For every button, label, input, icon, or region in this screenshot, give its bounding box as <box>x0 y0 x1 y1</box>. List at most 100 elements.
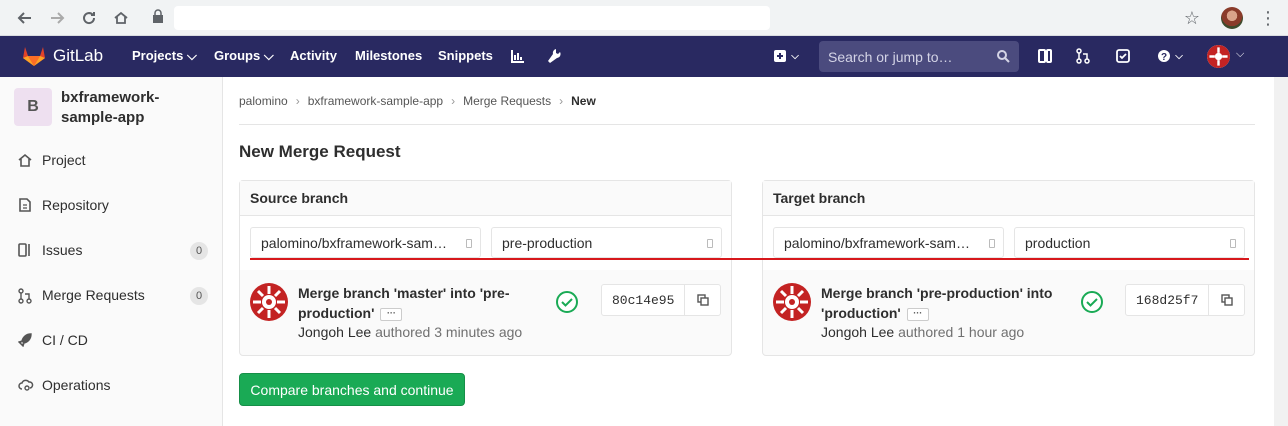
dropdown-value: palomino/bxframework-sam… <box>784 235 970 251</box>
branch-selectors: palomino/bxframework-sam… production <box>763 216 1254 270</box>
dropdown-caret-icon <box>989 239 995 248</box>
rocket-icon <box>17 333 34 349</box>
dropdown-value: production <box>1025 235 1091 251</box>
merge-request-icon[interactable] <box>1074 47 1092 65</box>
gitlab-navbar: GitLab Projects ⌵ Groups ⌵ Activity Mile… <box>0 36 1288 77</box>
chevron-down-icon: ⌵ <box>1236 48 1245 60</box>
author-avatar[interactable] <box>250 283 288 321</box>
profile-avatar[interactable] <box>1221 7 1243 29</box>
chevron-down-icon: ⌵ <box>263 48 274 63</box>
sidebar-item-label: Merge Requests <box>42 287 145 303</box>
commit-sha: 168d25f7 <box>1125 284 1245 316</box>
address-bar[interactable] <box>174 6 770 30</box>
nav-activity[interactable]: Activity <box>290 48 337 63</box>
search-placeholder: Search or jump to… <box>828 49 953 65</box>
lock-icon <box>152 8 168 28</box>
panel-title: Source branch <box>250 190 349 206</box>
sidebar-item-project[interactable]: Project <box>0 141 222 181</box>
search-input[interactable]: Search or jump to… <box>819 41 1019 72</box>
dropdown-caret-icon <box>1230 239 1236 248</box>
dropdown-value: palomino/bxframework-sam… <box>261 235 447 251</box>
breadcrumb-current[interactable]: New <box>571 94 596 108</box>
pipeline-success-icon[interactable] <box>1081 291 1103 313</box>
sidebar-item-label: Repository <box>42 197 109 213</box>
source-project-dropdown[interactable]: palomino/bxframework-sam… <box>250 227 481 258</box>
gitlab-brand[interactable]: GitLab <box>53 46 103 66</box>
todo-check-icon[interactable] <box>1114 47 1132 65</box>
sidebar-item-merge-requests[interactable]: Merge Requests 0 <box>0 276 222 316</box>
browser-toolbar: ☆ ⋮ <box>0 0 1288 36</box>
chart-icon[interactable] <box>509 47 527 65</box>
gitlab-logo-icon[interactable] <box>22 45 46 67</box>
breadcrumb: palomino › bxframework-sample-app › Merge Re… <box>239 94 596 108</box>
authored-time: authored 3 minutes ago <box>375 324 523 340</box>
sidebar-item-issues[interactable]: Issues 0 <box>0 231 222 271</box>
count-badge: 0 <box>190 287 208 305</box>
panel-title: Target branch <box>773 190 866 206</box>
author-name[interactable]: Jongoh Lee <box>298 324 371 340</box>
breadcrumb-separator: › <box>559 94 564 108</box>
dropdown-caret-icon <box>707 239 713 248</box>
commit-title[interactable]: Merge branch 'master' into 'pre- product… <box>298 283 509 323</box>
commit-sha: 80c14e95 <box>601 284 721 316</box>
sha-text[interactable]: 80c14e95 <box>612 293 674 308</box>
home-icon <box>18 153 34 169</box>
sidebar-item-operations[interactable]: Operations <box>0 366 222 406</box>
target-project-dropdown[interactable]: palomino/bxframework-sam… <box>773 227 1004 258</box>
merge-request-icon <box>18 288 34 304</box>
page-title: New Merge Request <box>239 142 401 161</box>
breadcrumb-item[interactable]: Merge Requests <box>463 94 551 108</box>
sidebar-item-label: Project <box>42 152 86 168</box>
copy-icon[interactable] <box>684 285 720 315</box>
nav-projects[interactable]: Projects ⌵ <box>132 48 197 64</box>
commit-title[interactable]: Merge branch 'pre-production' into 'prod… <box>821 283 1052 323</box>
divider <box>239 124 1255 125</box>
plus-square-icon[interactable]: ⌵ <box>770 47 802 65</box>
project-name[interactable]: bxframework-sample-app <box>61 88 213 128</box>
user-avatar[interactable] <box>1207 45 1230 68</box>
sha-text[interactable]: 168d25f7 <box>1136 293 1198 308</box>
compare-branches-button[interactable]: Compare branches and continue <box>239 373 465 406</box>
chevron-down-icon: ⌵ <box>186 48 197 63</box>
source-commit: Merge branch 'master' into 'pre- product… <box>240 271 731 357</box>
author-avatar[interactable] <box>773 283 811 321</box>
reload-icon[interactable] <box>77 6 101 30</box>
home-icon[interactable] <box>109 6 133 30</box>
annotation-underline <box>250 258 1249 260</box>
pipeline-success-icon[interactable] <box>556 291 578 313</box>
target-branch-dropdown[interactable]: production <box>1014 227 1245 258</box>
target-branch-panel: Target branch palomino/bxframework-sam… … <box>762 180 1255 356</box>
nav-groups[interactable]: Groups ⌵ <box>214 48 274 64</box>
ellipsis-toggle-button[interactable]: ··· <box>380 307 403 321</box>
project-avatar[interactable]: B <box>14 88 52 126</box>
page-scrollbar[interactable] <box>1274 77 1288 426</box>
panel-header: Source branch <box>240 181 731 216</box>
back-arrow-icon[interactable] <box>13 6 37 30</box>
author-name[interactable]: Jongoh Lee <box>821 324 894 340</box>
chevron-down-icon: ⌵ <box>791 50 799 62</box>
copy-icon[interactable] <box>1208 285 1244 315</box>
sidebar-item-repository[interactable]: Repository <box>0 186 222 226</box>
sidebar-item-ci-cd[interactable]: CI / CD <box>0 321 222 361</box>
help-icon[interactable]: ? ⌵ <box>1152 47 1188 65</box>
more-vert-icon[interactable]: ⋮ <box>1258 6 1278 30</box>
branch-selectors: palomino/bxframework-sam… pre-production <box>240 216 731 270</box>
sidebar-toggle-icon[interactable] <box>1036 47 1054 65</box>
breadcrumb-item[interactable]: bxframework-sample-app <box>308 94 443 108</box>
nav-snippets[interactable]: Snippets <box>438 48 493 63</box>
cloud-gear-icon <box>18 378 34 394</box>
project-sidebar: B bxframework-sample-app Project Reposit… <box>0 77 223 426</box>
ellipsis-toggle-button[interactable]: ··· <box>906 307 929 321</box>
issues-icon <box>18 243 34 259</box>
breadcrumb-item[interactable]: palomino <box>239 94 288 108</box>
doc-icon <box>18 198 34 214</box>
authored-time: authored 1 hour ago <box>898 324 1025 340</box>
nav-milestones[interactable]: Milestones <box>355 48 422 63</box>
forward-arrow-icon[interactable] <box>45 6 69 30</box>
wrench-icon[interactable] <box>545 47 563 65</box>
source-branch-dropdown[interactable]: pre-production <box>491 227 722 258</box>
target-commit: Merge branch 'pre-production' into 'prod… <box>763 271 1254 357</box>
panel-header: Target branch <box>763 181 1254 216</box>
star-icon[interactable]: ☆ <box>1180 6 1204 30</box>
chevron-down-icon: ⌵ <box>1175 50 1183 62</box>
